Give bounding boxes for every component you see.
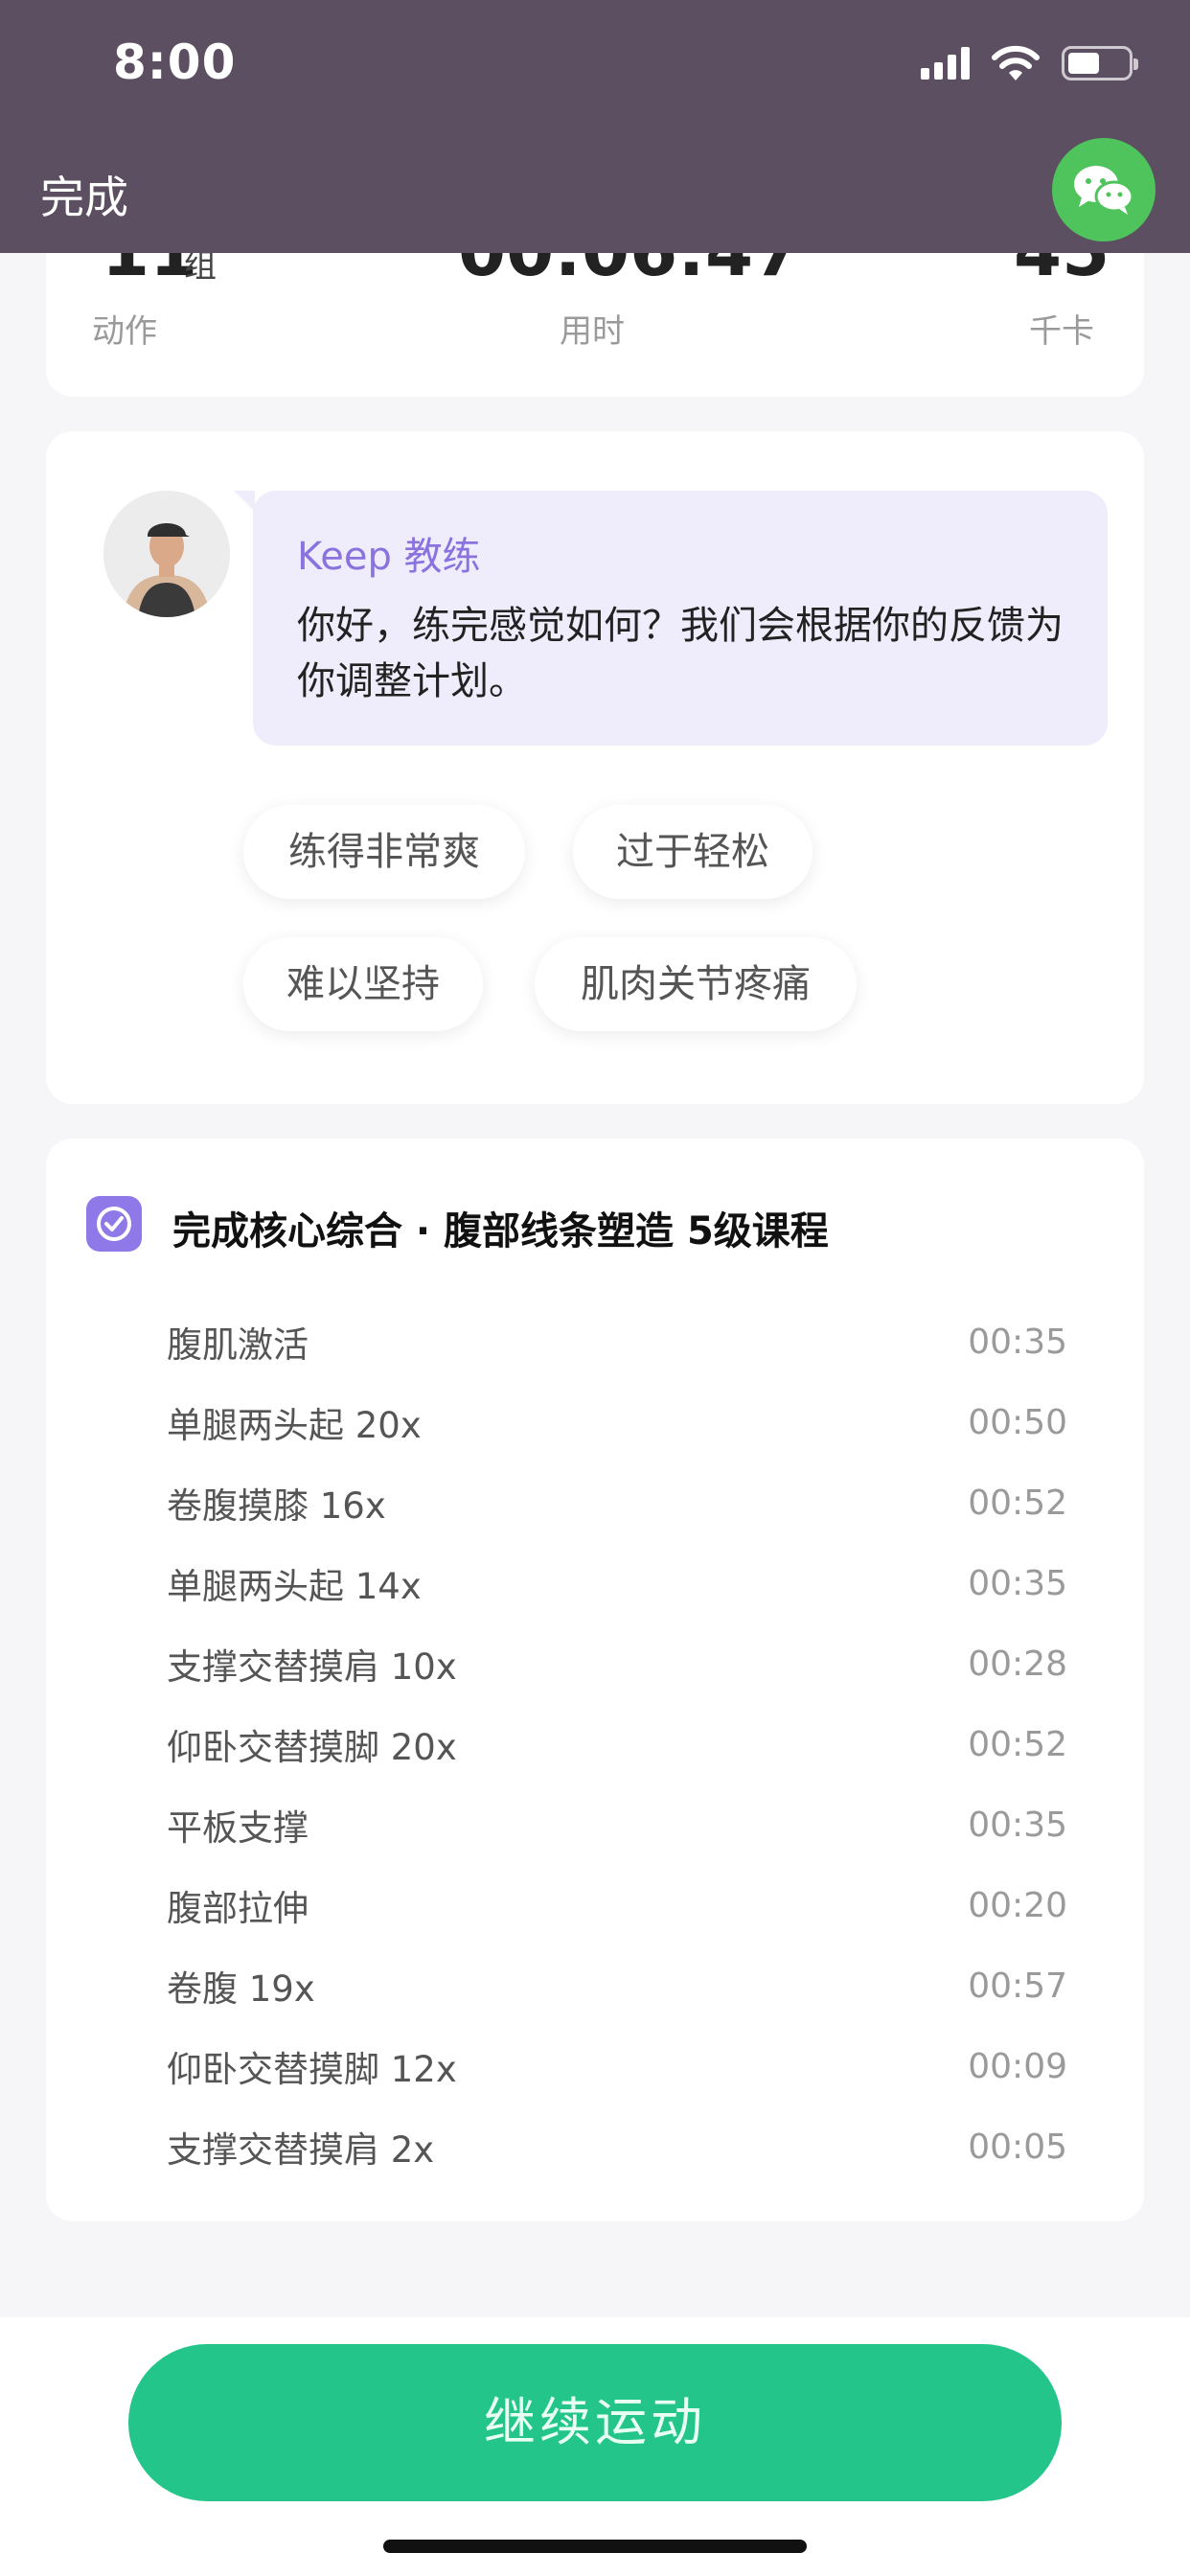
exercise-row: 平板支撑 00:35 bbox=[167, 1784, 1067, 1865]
coach-name: Keep 教练 bbox=[297, 535, 481, 579]
coach-avatar bbox=[103, 491, 230, 617]
coach-message-bubble: Keep 教练 你好，练完感觉如何？我们会根据你的反馈为你调整计划。 bbox=[234, 491, 1108, 746]
coach-feedback-card: Keep 教练 你好，练完感觉如何？我们会根据你的反馈为你调整计划。 练得非常爽… bbox=[46, 431, 1144, 1104]
exercise-row: 腹部拉伸 00:20 bbox=[167, 1865, 1067, 1945]
exercise-time: 00:35 bbox=[968, 1322, 1067, 1362]
exercise-row: 卷腹摸膝 16x 00:52 bbox=[167, 1462, 1067, 1543]
exercise-time: 00:50 bbox=[968, 1402, 1067, 1442]
exercise-name: 平板支撑 bbox=[167, 1807, 309, 1849]
exercise-name: 腹肌激活 bbox=[167, 1324, 309, 1366]
exercise-list: 腹肌激活 00:35 单腿两头起 20x 00:50 卷腹摸膝 16x 00:52 单… bbox=[167, 1301, 1067, 2187]
course-title: 完成核心综合 · 腹部线条塑造 5级课程 bbox=[172, 1209, 829, 1254]
bottom-action-bar: 继续运动 bbox=[0, 2317, 1190, 2576]
actions-label: 动作 bbox=[92, 312, 157, 351]
status-icons bbox=[921, 44, 1138, 82]
continue-workout-button[interactable]: 继续运动 bbox=[128, 2344, 1062, 2501]
exercise-name: 卷腹摸膝 16x bbox=[167, 1485, 386, 1527]
battery-icon bbox=[1062, 46, 1138, 80]
exercise-name: 仰卧交替摸脚 20x bbox=[167, 1727, 457, 1768]
exercise-name: 卷腹 19x bbox=[167, 1968, 315, 2010]
top-header: 8:00 完成 bbox=[0, 0, 1190, 253]
exercise-row: 支撑交替摸肩 10x 00:28 bbox=[167, 1623, 1067, 1704]
done-button[interactable]: 完成 bbox=[40, 163, 128, 226]
wechat-share-button[interactable] bbox=[1052, 138, 1156, 242]
status-time: 8:00 bbox=[113, 34, 237, 90]
exercise-time: 00:35 bbox=[968, 1805, 1067, 1845]
exercise-time: 00:52 bbox=[968, 1483, 1067, 1523]
feedback-chip-too-easy[interactable]: 过于轻松 bbox=[573, 805, 812, 899]
exercise-name: 支撑交替摸肩 2x bbox=[167, 2129, 435, 2171]
coach-message: 你好，练完感觉如何？我们会根据你的反馈为你调整计划。 bbox=[297, 604, 1064, 703]
exercise-row: 卷腹 19x 00:57 bbox=[167, 1945, 1067, 2026]
exercise-time: 00:35 bbox=[968, 1563, 1067, 1603]
exercise-row: 单腿两头起 20x 00:50 bbox=[167, 1382, 1067, 1462]
exercise-time: 00:09 bbox=[968, 2046, 1067, 2086]
calories-label: 千卡 bbox=[1029, 312, 1094, 351]
cellular-signal-icon bbox=[921, 47, 970, 80]
exercise-row: 仰卧交替摸脚 12x 00:09 bbox=[167, 2026, 1067, 2106]
exercise-name: 支撑交替摸肩 10x bbox=[167, 1646, 457, 1688]
home-indicator bbox=[383, 2540, 807, 2553]
exercise-name: 仰卧交替摸脚 12x bbox=[167, 2049, 457, 2090]
exercise-name: 腹部拉伸 bbox=[167, 1888, 309, 1929]
feedback-chip-pain[interactable]: 肌肉关节疼痛 bbox=[535, 937, 857, 1031]
exercise-time: 00:52 bbox=[968, 1724, 1067, 1764]
exercise-row: 仰卧交替摸脚 20x 00:52 bbox=[167, 1704, 1067, 1784]
exercise-time: 00:20 bbox=[968, 1885, 1067, 1925]
exercise-time: 00:28 bbox=[968, 1644, 1067, 1684]
exercise-row: 腹肌激活 00:35 bbox=[167, 1301, 1067, 1382]
feedback-chip-great[interactable]: 练得非常爽 bbox=[243, 805, 525, 899]
exercise-name: 单腿两头起 14x bbox=[167, 1566, 422, 1607]
feedback-chip-hard[interactable]: 难以坚持 bbox=[243, 937, 483, 1031]
wifi-icon bbox=[992, 45, 1040, 80]
exercise-time: 00:05 bbox=[968, 2127, 1067, 2167]
course-summary-card: 完成核心综合 · 腹部线条塑造 5级课程 腹肌激活 00:35 单腿两头起 20x… bbox=[46, 1138, 1144, 2221]
wechat-icon bbox=[1074, 166, 1134, 215]
exercise-name: 单腿两头起 20x bbox=[167, 1405, 422, 1446]
exercise-row: 单腿两头起 14x 00:35 bbox=[167, 1543, 1067, 1623]
duration-label: 用时 bbox=[560, 312, 625, 351]
check-icon bbox=[86, 1196, 142, 1252]
exercise-row: 支撑交替摸肩 2x 00:05 bbox=[167, 2106, 1067, 2187]
exercise-time: 00:57 bbox=[968, 1966, 1067, 2006]
